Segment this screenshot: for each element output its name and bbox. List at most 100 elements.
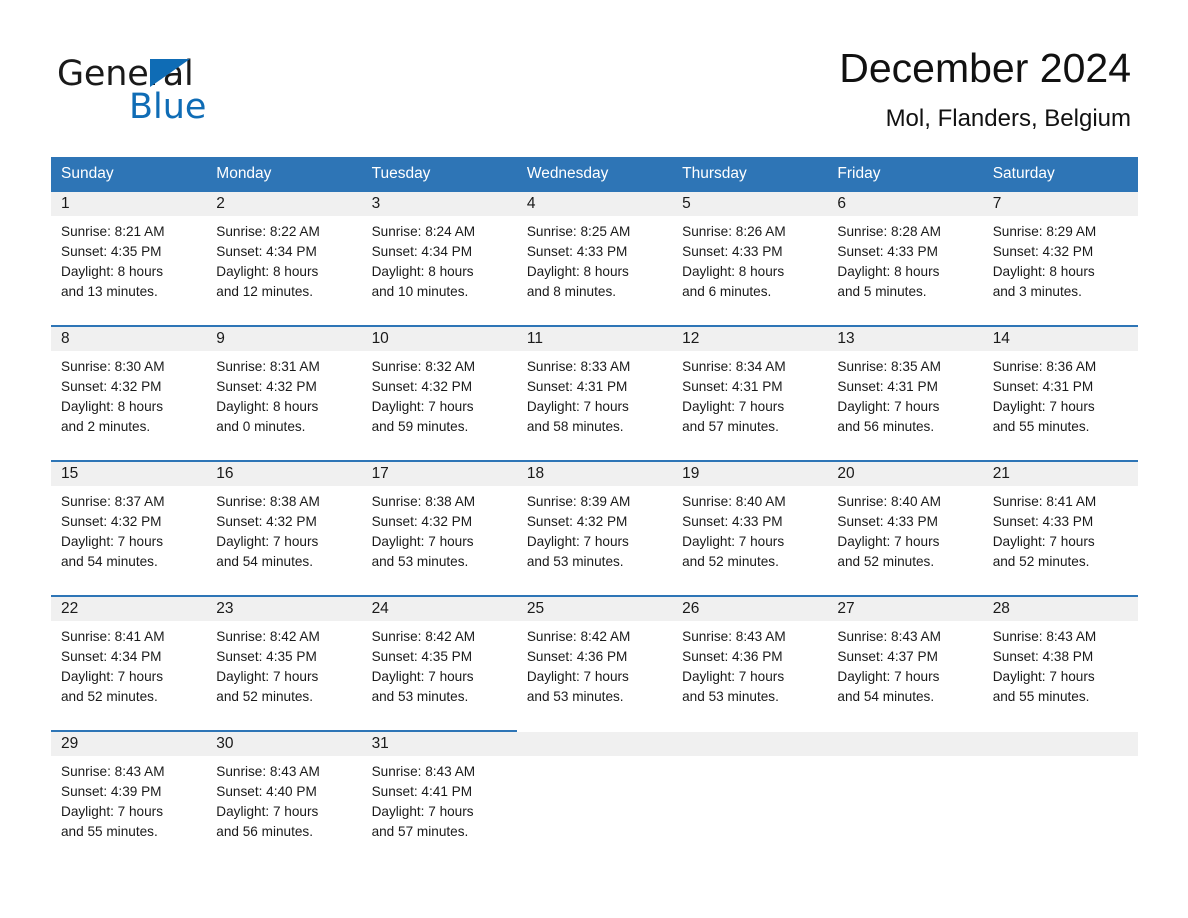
- page-title: December 2024: [839, 45, 1131, 91]
- daylight-text-line2: and 6 minutes.: [682, 284, 772, 299]
- daylight-text-line2: and 2 minutes.: [61, 419, 151, 434]
- day-cell[interactable]: 26 Sunrise: 8:43 AM Sunset: 4:36 PM Dayligh…: [672, 595, 828, 730]
- day-number-band: 27: [827, 595, 983, 621]
- day-cell[interactable]: 22 Sunrise: 8:41 AM Sunset: 4:34 PM Dayligh…: [51, 595, 207, 730]
- weekday-header-friday: Friday: [837, 165, 881, 182]
- location-subtitle: Mol, Flanders, Belgium: [885, 105, 1131, 132]
- daylight-text-line2: and 52 minutes.: [216, 689, 314, 704]
- sunrise-text: Sunrise: 8:43 AM: [837, 629, 941, 644]
- day-number-band: 21: [982, 460, 1138, 486]
- day-number: 26: [682, 600, 700, 617]
- day-number-band: 15: [51, 460, 207, 486]
- day-cell[interactable]: 9 Sunrise: 8:31 AM Sunset: 4:32 PM Daylight…: [206, 325, 362, 460]
- daylight-text-line2: and 3 minutes.: [992, 284, 1082, 299]
- day-cell[interactable]: 3 Sunrise: 8:24 AM Sunset: 4:34 PM Daylight…: [361, 190, 517, 325]
- day-cell[interactable]: 12 Sunrise: 8:34 AM Sunset: 4:31 PM Dayligh…: [672, 325, 828, 460]
- sunset-text: Sunset: 4:34 PM: [371, 244, 473, 259]
- calendar-week-row: 1 Sunrise: 8:21 AM Sunset: 4:35 PM Daylight…: [51, 190, 1138, 325]
- day-number: 14: [992, 330, 1010, 347]
- day-number: 22: [61, 600, 79, 617]
- day-cell[interactable]: 5 Sunrise: 8:26 AM Sunset: 4:33 PM Daylight…: [672, 190, 828, 325]
- sunrise-text: Sunrise: 8:29 AM: [992, 224, 1097, 239]
- generalblue-logo[interactable]: General Blue: [57, 54, 317, 134]
- day-details: Sunrise: 8:42 AM Sunset: 4:35 PM Daylight:…: [362, 621, 517, 707]
- sunset-text: Sunset: 4:31 PM: [992, 379, 1094, 394]
- day-number: 4: [526, 195, 536, 212]
- daylight-text-line1: Daylight: 7 hours: [526, 534, 629, 549]
- day-cell[interactable]: 25 Sunrise: 8:42 AM Sunset: 4:36 PM Dayligh…: [516, 595, 673, 730]
- sunrise-text: Sunrise: 8:24 AM: [371, 224, 476, 239]
- sunset-text: Sunset: 4:33 PM: [526, 244, 628, 259]
- day-cell[interactable]: 11 Sunrise: 8:33 AM Sunset: 4:31 PM Dayligh…: [516, 325, 673, 460]
- sunset-text: Sunset: 4:33 PM: [837, 244, 938, 259]
- sunrise-text: Sunrise: 8:30 AM: [61, 359, 165, 374]
- day-cell[interactable]: 15 Sunrise: 8:37 AM Sunset: 4:32 PM Dayligh…: [51, 460, 207, 595]
- day-details: Sunrise: 8:32 AM Sunset: 4:32 PM Daylight:…: [362, 351, 517, 437]
- daylight-text-line1: Daylight: 7 hours: [526, 669, 629, 684]
- day-cell[interactable]: 18 Sunrise: 8:39 AM Sunset: 4:32 PM Dayligh…: [516, 460, 673, 595]
- daylight-text-line1: Daylight: 7 hours: [216, 669, 319, 684]
- day-details: Sunrise: 8:40 AM Sunset: 4:33 PM Daylight:…: [827, 486, 982, 572]
- day-cell[interactable]: 29 Sunrise: 8:43 AM Sunset: 4:39 PM Dayligh…: [51, 730, 207, 865]
- daylight-text-line1: Daylight: 7 hours: [61, 669, 164, 684]
- day-cell[interactable]: 31 Sunrise: 8:43 AM Sunset: 4:41 PM Dayligh…: [361, 730, 517, 865]
- sunrise-text: Sunrise: 8:21 AM: [61, 224, 165, 239]
- day-cell[interactable]: 20 Sunrise: 8:40 AM Sunset: 4:33 PM Dayligh…: [827, 460, 983, 595]
- day-cell[interactable]: 19 Sunrise: 8:40 AM Sunset: 4:33 PM Dayligh…: [672, 460, 828, 595]
- day-number-band: 10: [361, 325, 517, 351]
- day-number: 7: [992, 195, 1002, 212]
- day-number-band: [672, 730, 828, 756]
- calendar-week-row: 8 Sunrise: 8:30 AM Sunset: 4:32 PM Daylight…: [51, 325, 1138, 460]
- day-number-band: [516, 730, 673, 756]
- day-cell[interactable]: 1 Sunrise: 8:21 AM Sunset: 4:35 PM Daylight…: [51, 190, 207, 325]
- daylight-text-line2: and 5 minutes.: [837, 284, 927, 299]
- day-details: Sunrise: 8:37 AM Sunset: 4:32 PM Daylight:…: [51, 486, 206, 572]
- day-number: 3: [371, 195, 381, 212]
- day-cell[interactable]: 23 Sunrise: 8:42 AM Sunset: 4:35 PM Dayligh…: [206, 595, 362, 730]
- calendar-grid: Sunday Monday Tuesday Wednesday Thursday…: [51, 157, 1138, 865]
- day-cell[interactable]: 8 Sunrise: 8:30 AM Sunset: 4:32 PM Daylight…: [51, 325, 207, 460]
- day-cell[interactable]: 30 Sunrise: 8:43 AM Sunset: 4:40 PM Dayligh…: [206, 730, 362, 865]
- daylight-text-line2: and 0 minutes.: [216, 419, 306, 434]
- daylight-text-line1: Daylight: 8 hours: [682, 264, 785, 279]
- sunrise-text: Sunrise: 8:43 AM: [216, 764, 320, 779]
- sunrise-text: Sunrise: 8:42 AM: [526, 629, 631, 644]
- day-cell[interactable]: 6 Sunrise: 8:28 AM Sunset: 4:33 PM Daylight…: [827, 190, 983, 325]
- daylight-text-line2: and 57 minutes.: [682, 419, 779, 434]
- daylight-text-line2: and 52 minutes.: [837, 554, 935, 569]
- daylight-text-line1: Daylight: 8 hours: [837, 264, 940, 279]
- sunset-text: Sunset: 4:33 PM: [682, 514, 783, 529]
- day-cell[interactable]: 17 Sunrise: 8:38 AM Sunset: 4:32 PM Dayligh…: [361, 460, 517, 595]
- day-details: Sunrise: 8:34 AM Sunset: 4:31 PM Daylight:…: [672, 351, 827, 437]
- day-cell[interactable]: 24 Sunrise: 8:42 AM Sunset: 4:35 PM Dayligh…: [361, 595, 517, 730]
- day-number-band: 28: [982, 595, 1138, 621]
- day-cell[interactable]: 2 Sunrise: 8:22 AM Sunset: 4:34 PM Daylight…: [206, 190, 362, 325]
- day-number-band: 12: [672, 325, 828, 351]
- daylight-text-line1: Daylight: 7 hours: [682, 669, 785, 684]
- day-cell[interactable]: 28 Sunrise: 8:43 AM Sunset: 4:38 PM Dayligh…: [982, 595, 1138, 730]
- day-number-band: 26: [672, 595, 828, 621]
- day-number: 16: [216, 465, 234, 482]
- day-details: Sunrise: 8:41 AM Sunset: 4:34 PM Daylight:…: [51, 621, 206, 707]
- day-number: 21: [992, 465, 1010, 482]
- day-number: 8: [61, 330, 70, 347]
- sunset-text: Sunset: 4:32 PM: [216, 379, 317, 394]
- day-cell[interactable]: 27 Sunrise: 8:43 AM Sunset: 4:37 PM Dayligh…: [827, 595, 983, 730]
- calendar-page: General Blue December 2024 Mol, Flanders…: [0, 0, 1188, 918]
- daylight-text-line2: and 53 minutes.: [682, 689, 779, 704]
- daylight-text-line2: and 58 minutes.: [526, 419, 624, 434]
- day-number-band: 14: [982, 325, 1138, 351]
- day-details: Sunrise: 8:33 AM Sunset: 4:31 PM Daylight:…: [517, 351, 672, 437]
- day-cell[interactable]: 14 Sunrise: 8:36 AM Sunset: 4:31 PM Dayligh…: [982, 325, 1138, 460]
- day-cell[interactable]: 13 Sunrise: 8:35 AM Sunset: 4:31 PM Dayligh…: [827, 325, 983, 460]
- day-cell[interactable]: 10 Sunrise: 8:32 AM Sunset: 4:32 PM Dayligh…: [361, 325, 517, 460]
- day-cell[interactable]: 21 Sunrise: 8:41 AM Sunset: 4:33 PM Dayligh…: [982, 460, 1138, 595]
- day-cell[interactable]: 16 Sunrise: 8:38 AM Sunset: 4:32 PM Dayligh…: [206, 460, 362, 595]
- day-number: 30: [216, 735, 234, 752]
- day-cell[interactable]: 4 Sunrise: 8:25 AM Sunset: 4:33 PM Daylight…: [516, 190, 673, 325]
- daylight-text-line1: Daylight: 7 hours: [371, 399, 474, 414]
- day-cell-empty: [982, 730, 1138, 865]
- day-cell[interactable]: 7 Sunrise: 8:29 AM Sunset: 4:32 PM Daylight…: [982, 190, 1138, 325]
- day-details: Sunrise: 8:41 AM Sunset: 4:33 PM Daylight:…: [983, 486, 1138, 572]
- day-number: 2: [216, 195, 225, 212]
